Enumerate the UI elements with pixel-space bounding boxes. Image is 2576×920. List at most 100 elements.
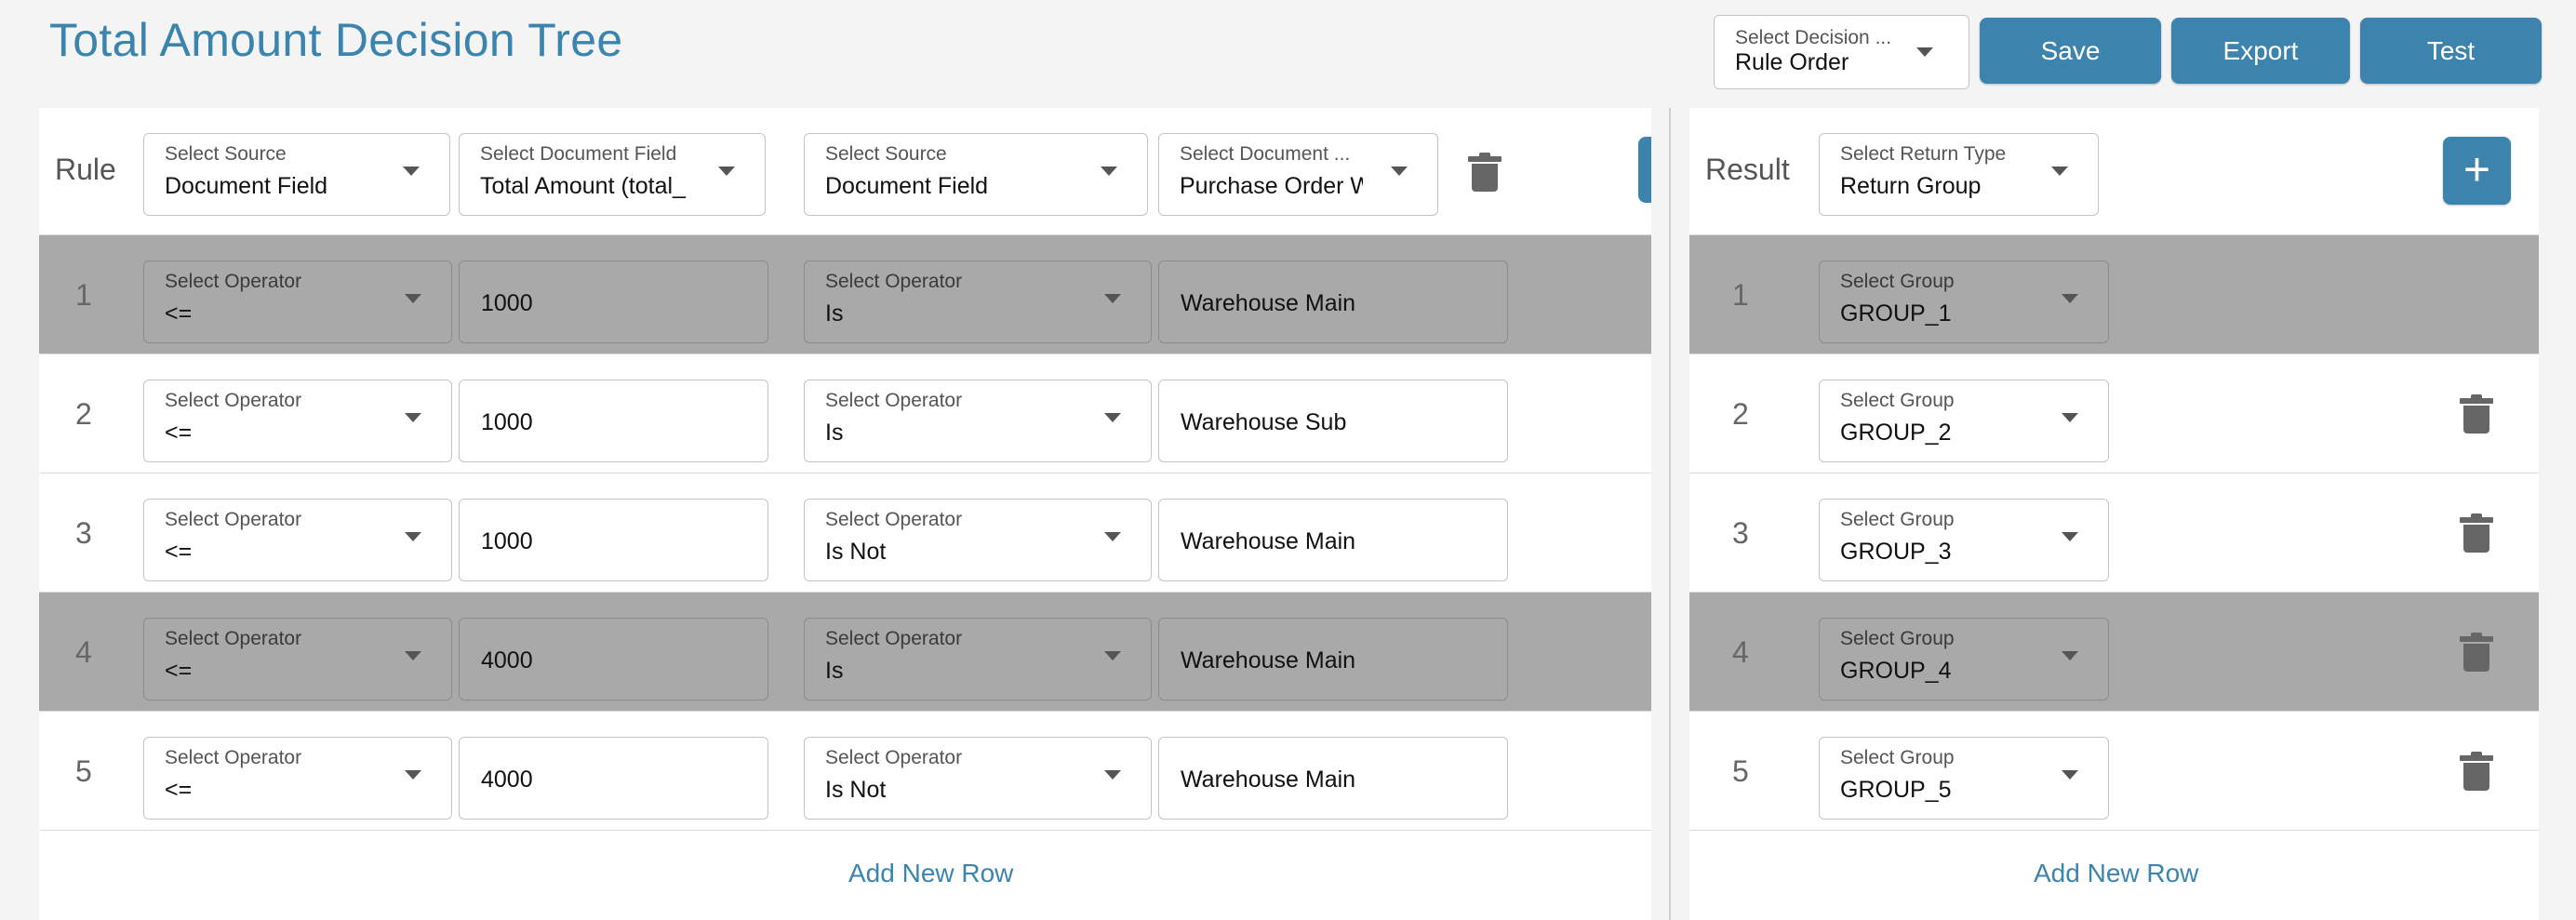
result-header-label: Result xyxy=(1705,153,1790,186)
condition-1-field-select[interactable]: Select Document Field Total Amount (tota… xyxy=(459,133,766,216)
return-type-select[interactable]: Select Return Type Return Group xyxy=(1819,133,2099,216)
input-value: 4000 xyxy=(481,767,533,793)
select-label: Select Operator xyxy=(165,271,302,292)
value-input[interactable]: 4000 xyxy=(459,618,768,700)
operator-select[interactable]: Select Operator <= xyxy=(143,499,452,581)
save-button[interactable]: Save xyxy=(1980,18,2161,84)
add-new-row-link[interactable]: Add New Row xyxy=(848,859,1013,888)
value-input[interactable]: 1000 xyxy=(459,380,768,462)
caret-down-icon xyxy=(1104,294,1121,303)
caret-down-icon xyxy=(1104,532,1121,541)
trash-icon[interactable] xyxy=(2460,513,2493,553)
result-row: 4 Select Group GROUP_4 xyxy=(1689,593,2539,712)
row-number: 5 xyxy=(1732,754,1749,788)
select-label: Select Group xyxy=(1840,628,1955,649)
select-value: Is xyxy=(825,420,844,446)
select-value: <= xyxy=(165,300,193,327)
caret-down-icon xyxy=(1104,770,1121,780)
caret-down-icon xyxy=(405,651,421,660)
group-select[interactable]: Select Group GROUP_4 xyxy=(1819,618,2109,700)
trash-icon[interactable] xyxy=(1468,153,1502,192)
select-label: Select Group xyxy=(1840,747,1955,768)
operator-select[interactable]: Select Operator <= xyxy=(143,380,452,462)
condition-1-source-select[interactable]: Select Source Document Field xyxy=(143,133,450,216)
select-value: GROUP_5 xyxy=(1840,777,1952,803)
select-value: Purchase Order W xyxy=(1180,173,1363,199)
operator-select[interactable]: Select Operator <= xyxy=(143,737,452,820)
add-new-row-link[interactable]: Add New Row xyxy=(2034,859,2198,888)
condition-2-source-select[interactable]: Select Source Document Field xyxy=(804,133,1148,216)
decision-select[interactable]: Select Decision ... Rule Order xyxy=(1714,15,1969,89)
select-label: Select Document Field xyxy=(480,143,677,165)
caret-down-icon xyxy=(1101,167,1117,176)
value-input[interactable]: Warehouse Sub xyxy=(1158,380,1508,462)
caret-down-icon xyxy=(2062,294,2078,303)
operator-select[interactable]: Select Operator Is Not xyxy=(804,737,1152,820)
rule-header: Rule Select Source Document Field Select… xyxy=(39,108,1651,235)
input-value: 1000 xyxy=(481,528,533,554)
toolbar: Select Decision ... Rule Order Save Expo… xyxy=(1714,15,2542,89)
rule-row: 5 Select Operator <= 4000 Select Operato… xyxy=(39,712,1651,831)
add-column-button[interactable] xyxy=(1638,137,1651,203)
result-row: 1 Select Group GROUP_1 xyxy=(1689,235,2539,354)
caret-down-icon xyxy=(405,532,421,541)
operator-select[interactable]: Select Operator Is xyxy=(804,618,1152,700)
value-input[interactable]: Warehouse Main xyxy=(1158,737,1508,820)
result-row: 3 Select Group GROUP_3 xyxy=(1689,473,2539,593)
test-button[interactable]: Test xyxy=(2360,18,2542,84)
row-number: 3 xyxy=(1732,516,1749,550)
select-label: Select Operator xyxy=(825,271,963,292)
select-value: Is Not xyxy=(825,777,887,803)
select-label: Select Operator xyxy=(825,628,963,649)
caret-down-icon xyxy=(2062,651,2078,660)
select-label: Select Operator xyxy=(825,509,963,530)
decision-select-value: Rule Order xyxy=(1735,49,1849,75)
select-label: Select Group xyxy=(1840,271,1955,292)
row-number: 5 xyxy=(75,754,92,788)
group-select[interactable]: Select Group GROUP_3 xyxy=(1819,499,2109,581)
caret-down-icon xyxy=(1104,413,1121,422)
caret-down-icon xyxy=(718,167,735,176)
caret-down-icon xyxy=(1104,651,1121,660)
group-select[interactable]: Select Group GROUP_2 xyxy=(1819,380,2109,462)
operator-select[interactable]: Select Operator Is xyxy=(804,380,1152,462)
group-select[interactable]: Select Group GROUP_1 xyxy=(1819,260,2109,343)
select-label: Select Operator xyxy=(825,747,963,768)
select-value: Document Field xyxy=(825,173,989,199)
operator-select[interactable]: Select Operator Is xyxy=(804,260,1152,343)
value-input[interactable]: Warehouse Main xyxy=(1158,618,1508,700)
condition-2-field-select[interactable]: Select Document ... Purchase Order W xyxy=(1158,133,1438,216)
operator-select[interactable]: Select Operator <= xyxy=(143,618,452,700)
select-value: <= xyxy=(165,777,193,803)
input-value: 1000 xyxy=(481,409,533,435)
select-label: Select Source xyxy=(825,143,947,165)
input-value: Warehouse Main xyxy=(1181,767,1356,793)
trash-icon[interactable] xyxy=(2460,752,2493,791)
operator-select[interactable]: Select Operator Is Not xyxy=(804,499,1152,581)
group-select[interactable]: Select Group GROUP_5 xyxy=(1819,737,2109,820)
select-label: Select Operator xyxy=(165,747,302,768)
plus-icon[interactable]: + xyxy=(2443,137,2511,205)
value-input[interactable]: Warehouse Main xyxy=(1158,499,1508,581)
row-number: 1 xyxy=(75,278,92,312)
input-value: 4000 xyxy=(481,647,533,673)
rule-row: 4 Select Operator <= 4000 Select Operato… xyxy=(39,593,1651,712)
row-number: 4 xyxy=(75,635,92,669)
caret-down-icon xyxy=(405,770,421,780)
export-button[interactable]: Export xyxy=(2171,18,2350,84)
rule-row: 2 Select Operator <= 1000 Select Operato… xyxy=(39,354,1651,473)
value-input[interactable]: 1000 xyxy=(459,260,768,343)
value-input[interactable]: Warehouse Main xyxy=(1158,260,1508,343)
trash-icon[interactable] xyxy=(2460,394,2493,433)
result-header: Result Select Return Type Return Group + xyxy=(1689,108,2539,235)
rule-row: 3 Select Operator <= 1000 Select Operato… xyxy=(39,473,1651,593)
select-value: GROUP_4 xyxy=(1840,658,1952,684)
value-input[interactable]: 1000 xyxy=(459,499,768,581)
select-value: GROUP_1 xyxy=(1840,300,1952,327)
trash-icon[interactable] xyxy=(2460,633,2493,672)
select-value: Is xyxy=(825,300,844,327)
select-value: GROUP_2 xyxy=(1840,420,1952,446)
operator-select[interactable]: Select Operator <= xyxy=(143,260,452,343)
value-input[interactable]: 4000 xyxy=(459,737,768,820)
select-value: <= xyxy=(165,420,193,446)
